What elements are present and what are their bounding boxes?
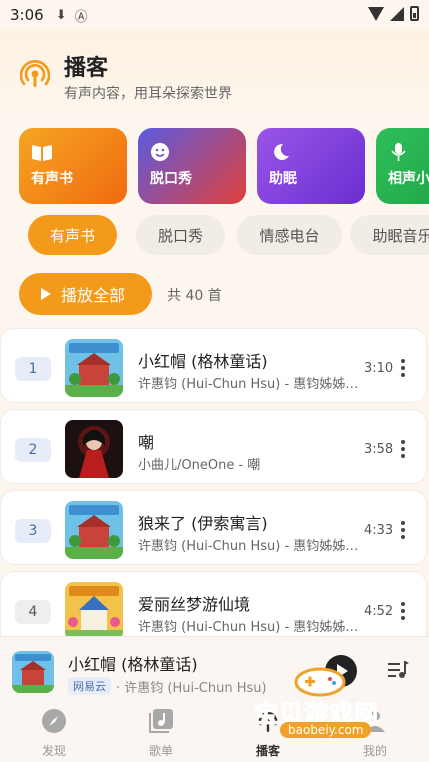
track-index: 1 [15,357,51,381]
album-cover [65,501,123,559]
nav-podcast[interactable]: 播客 [228,708,308,759]
track-title: 嘲 [138,433,155,452]
podcast-icon [20,60,50,87]
tab-label: 助眠音乐 [372,226,429,245]
tab-label: 情感电台 [259,226,320,245]
play-icon [41,288,51,300]
page-subtitle: 有声内容，用耳朵探索世界 [64,86,232,102]
track-index: 2 [15,438,51,462]
album-cover [65,582,123,636]
track-title: 爱丽丝梦游仙境 [138,595,251,614]
now-playing-artist: · 许惠钧 (Hui-Chun Hsu) [116,681,267,696]
category-label: 相声小品 [388,171,429,187]
track-row[interactable]: 3 狼来了 (伊索寓言) 许惠钧 (Hui-Chun Hsu) - 惠钧姊姊说故… [0,490,427,565]
mic-icon [391,143,406,161]
more-vertical-icon[interactable] [401,602,405,620]
smile-icon [151,143,169,161]
nav-playlists[interactable]: 歌单 [121,708,201,759]
page-title: 播客 [64,56,109,81]
compass-icon [42,709,66,733]
bottom-nav: 发现 歌单 播客 我的 [0,702,429,762]
track-duration: 4:33 [364,523,394,538]
source-badge: 网易云 [68,677,111,695]
podcast-icon [258,712,278,732]
tab-sleep-music[interactable]: 助眠音乐 [350,215,429,255]
nav-label: 发现 [41,744,66,758]
track-duration: 3:10 [364,361,394,376]
music-note-icon [149,709,173,733]
play-all-label: 播放全部 [61,286,126,305]
track-subtitle: 小曲儿/OneOne - 嘲 [138,458,261,473]
album-cover [65,420,123,478]
track-index: 3 [15,519,51,543]
download-icon: ⬇ [55,7,67,23]
track-subtitle: 许惠钧 (Hui-Chun Hsu) - 惠钧姊姊说故事 [138,539,360,554]
person-icon [365,711,385,732]
category-carousel[interactable]: 有声书 脱口秀 助眠 相声小品 [19,128,429,204]
track-subtitle: 许惠钧 (Hui-Chun Hsu) - 惠钧姊姊说故事 [138,377,360,392]
status-time: 3:06 [10,6,44,24]
tab-audiobook[interactable]: 有声书 [28,215,117,255]
page-header: 播客 有声内容，用耳朵探索世界 [0,30,429,120]
moon-icon [274,143,289,160]
track-duration: 4:52 [364,604,394,619]
status-bar: 3:06 ⬇ Ⓐ [0,0,429,30]
more-vertical-icon[interactable] [401,440,405,458]
category-label: 助眠 [269,171,297,187]
nav-label: 播客 [255,744,280,758]
more-vertical-icon[interactable] [401,521,405,539]
book-icon [32,145,52,161]
category-card-audiobook[interactable]: 有声书 [19,128,127,204]
battery-icon [410,6,419,21]
category-label: 脱口秀 [150,171,192,187]
more-vertical-icon[interactable] [401,359,405,377]
nav-label: 歌单 [148,744,173,758]
track-list[interactable]: 1 小红帽 (格林童话) 许惠钧 (Hui-Chun Hsu) - 惠钧姊姊说故… [0,328,429,636]
track-title: 狼来了 (伊索寓言) [138,514,268,533]
tab-talkshow[interactable]: 脱口秀 [136,215,225,255]
category-label: 有声书 [31,171,73,187]
nav-label: 我的 [362,744,387,758]
track-title: 小红帽 (格林童话) [138,352,268,371]
track-row[interactable]: 2 嘲 小曲儿/OneOne - 嘲 3:58 [0,409,427,484]
now-playing-cover[interactable] [12,651,54,693]
track-row[interactable]: 4 爱丽丝梦游仙境 许惠钧 (Hui-Chun Hsu) - 惠钧姊姊说故事 4… [0,571,427,636]
notification-a-icon: Ⓐ [74,9,88,25]
nav-discover[interactable]: 发现 [14,708,94,759]
tab-emotion-radio[interactable]: 情感电台 [237,215,342,255]
album-cover [65,339,123,397]
category-card-talkshow[interactable]: 脱口秀 [138,128,246,204]
tab-label: 有声书 [49,226,95,245]
track-duration: 3:58 [364,442,394,457]
play-all-button[interactable]: 播放全部 [19,273,152,315]
nav-mine[interactable]: 我的 [335,708,415,759]
wifi-icon [368,6,384,21]
now-playing-title: 小红帽 (格林童话) [68,655,198,674]
track-count: 共 40 首 [167,288,222,304]
category-card-crosstalk[interactable]: 相声小品 [376,128,429,204]
tab-label: 脱口秀 [157,226,203,245]
track-subtitle: 许惠钧 (Hui-Chun Hsu) - 惠钧姊姊说故事 [138,620,360,635]
category-card-sleep[interactable]: 助眠 [257,128,365,204]
play-icon [337,664,348,678]
track-index: 4 [15,600,51,624]
play-button[interactable] [325,655,357,687]
mini-player[interactable]: 小红帽 (格林童话) 网易云 · 许惠钧 (Hui-Chun Hsu) [0,636,429,702]
playlist-queue-icon[interactable] [388,661,410,679]
signal-icon [390,6,404,21]
track-row[interactable]: 1 小红帽 (格林童话) 许惠钧 (Hui-Chun Hsu) - 惠钧姊姊说故… [0,328,427,403]
filter-tabs: 有声书 脱口秀 情感电台 助眠音乐 [28,215,429,255]
